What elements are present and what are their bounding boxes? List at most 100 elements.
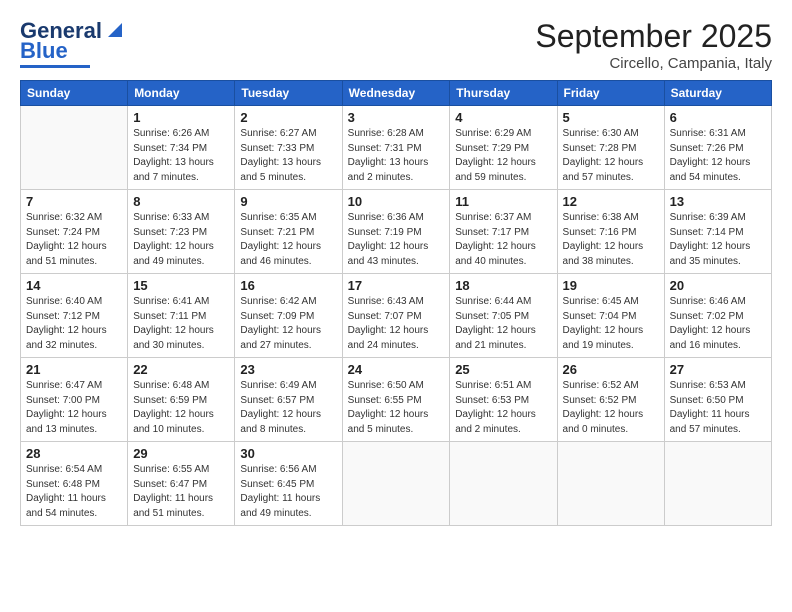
table-row [342, 442, 450, 526]
day-number: 3 [348, 110, 445, 125]
table-row [450, 442, 557, 526]
day-detail: Sunrise: 6:29 AMSunset: 7:29 PMDaylight:… [455, 127, 551, 185]
day-number: 29 [133, 446, 229, 461]
day-number: 2 [240, 110, 336, 125]
calendar-header-row: Sunday Monday Tuesday Wednesday Thursday… [21, 81, 772, 106]
day-detail: Sunrise: 6:28 AMSunset: 7:31 PMDaylight:… [348, 127, 445, 185]
col-saturday: Saturday [664, 81, 771, 106]
day-detail: Sunrise: 6:35 AMSunset: 7:21 PMDaylight:… [240, 211, 336, 269]
day-detail: Sunrise: 6:56 AMSunset: 6:45 PMDaylight:… [240, 463, 336, 521]
day-detail: Sunrise: 6:41 AMSunset: 7:11 PMDaylight:… [133, 295, 229, 353]
day-number: 24 [348, 362, 445, 377]
day-number: 9 [240, 194, 336, 209]
day-detail: Sunrise: 6:47 AMSunset: 7:00 PMDaylight:… [26, 379, 122, 437]
table-row: 9 Sunrise: 6:35 AMSunset: 7:21 PMDaylight… [235, 190, 342, 274]
col-friday: Friday [557, 81, 664, 106]
table-row: 26 Sunrise: 6:52 AMSunset: 6:52 PMDayligh… [557, 358, 664, 442]
day-number: 18 [455, 278, 551, 293]
table-row: 14 Sunrise: 6:40 AMSunset: 7:12 PMDayligh… [21, 274, 128, 358]
day-number: 26 [563, 362, 659, 377]
day-number: 30 [240, 446, 336, 461]
day-detail: Sunrise: 6:33 AMSunset: 7:23 PMDaylight:… [133, 211, 229, 269]
calendar-week-row: 1 Sunrise: 6:26 AMSunset: 7:34 PMDaylight… [21, 106, 772, 190]
table-row: 20 Sunrise: 6:46 AMSunset: 7:02 PMDayligh… [664, 274, 771, 358]
day-number: 5 [563, 110, 659, 125]
header: General Blue September 2025 Circello, Ca… [20, 18, 772, 72]
table-row: 13 Sunrise: 6:39 AMSunset: 7:14 PMDayligh… [664, 190, 771, 274]
day-detail: Sunrise: 6:54 AMSunset: 6:48 PMDaylight:… [26, 463, 122, 521]
day-detail: Sunrise: 6:42 AMSunset: 7:09 PMDaylight:… [240, 295, 336, 353]
day-detail: Sunrise: 6:55 AMSunset: 6:47 PMDaylight:… [133, 463, 229, 521]
day-number: 6 [670, 110, 766, 125]
day-number: 12 [563, 194, 659, 209]
table-row: 3 Sunrise: 6:28 AMSunset: 7:31 PMDaylight… [342, 106, 450, 190]
table-row: 24 Sunrise: 6:50 AMSunset: 6:55 PMDayligh… [342, 358, 450, 442]
day-number: 22 [133, 362, 229, 377]
day-number: 13 [670, 194, 766, 209]
day-detail: Sunrise: 6:49 AMSunset: 6:57 PMDaylight:… [240, 379, 336, 437]
table-row: 16 Sunrise: 6:42 AMSunset: 7:09 PMDayligh… [235, 274, 342, 358]
table-row: 4 Sunrise: 6:29 AMSunset: 7:29 PMDaylight… [450, 106, 557, 190]
day-number: 23 [240, 362, 336, 377]
day-detail: Sunrise: 6:26 AMSunset: 7:34 PMDaylight:… [133, 127, 229, 185]
day-number: 4 [455, 110, 551, 125]
day-detail: Sunrise: 6:52 AMSunset: 6:52 PMDaylight:… [563, 379, 659, 437]
table-row: 18 Sunrise: 6:44 AMSunset: 7:05 PMDayligh… [450, 274, 557, 358]
day-detail: Sunrise: 6:40 AMSunset: 7:12 PMDaylight:… [26, 295, 122, 353]
table-row: 30 Sunrise: 6:56 AMSunset: 6:45 PMDayligh… [235, 442, 342, 526]
table-row: 28 Sunrise: 6:54 AMSunset: 6:48 PMDayligh… [21, 442, 128, 526]
day-number: 1 [133, 110, 229, 125]
day-detail: Sunrise: 6:48 AMSunset: 6:59 PMDaylight:… [133, 379, 229, 437]
table-row: 29 Sunrise: 6:55 AMSunset: 6:47 PMDayligh… [128, 442, 235, 526]
table-row: 22 Sunrise: 6:48 AMSunset: 6:59 PMDayligh… [128, 358, 235, 442]
table-row: 1 Sunrise: 6:26 AMSunset: 7:34 PMDaylight… [128, 106, 235, 190]
table-row: 27Sunrise: 6:53 AMSunset: 6:50 PMDayligh… [664, 358, 771, 442]
day-number: 28 [26, 446, 122, 461]
table-row: 5 Sunrise: 6:30 AMSunset: 7:28 PMDaylight… [557, 106, 664, 190]
table-row: 2 Sunrise: 6:27 AMSunset: 7:33 PMDaylight… [235, 106, 342, 190]
logo: General Blue [20, 18, 126, 68]
table-row: 21 Sunrise: 6:47 AMSunset: 7:00 PMDayligh… [21, 358, 128, 442]
day-number: 19 [563, 278, 659, 293]
col-thursday: Thursday [450, 81, 557, 106]
day-number: 20 [670, 278, 766, 293]
day-number: 7 [26, 194, 122, 209]
day-detail: Sunrise: 6:43 AMSunset: 7:07 PMDaylight:… [348, 295, 445, 353]
day-detail: Sunrise: 6:44 AMSunset: 7:05 PMDaylight:… [455, 295, 551, 353]
table-row: 23 Sunrise: 6:49 AMSunset: 6:57 PMDayligh… [235, 358, 342, 442]
location: Circello, Campania, Italy [535, 55, 772, 72]
month-title: September 2025 [535, 18, 772, 55]
day-detail: Sunrise: 6:38 AMSunset: 7:16 PMDaylight:… [563, 211, 659, 269]
day-number: 16 [240, 278, 336, 293]
table-row: 10Sunrise: 6:36 AMSunset: 7:19 PMDayligh… [342, 190, 450, 274]
logo-blue: Blue [20, 38, 68, 64]
table-row: 15 Sunrise: 6:41 AMSunset: 7:11 PMDayligh… [128, 274, 235, 358]
day-detail: Sunrise: 6:45 AMSunset: 7:04 PMDaylight:… [563, 295, 659, 353]
day-number: 17 [348, 278, 445, 293]
table-row: 25Sunrise: 6:51 AMSunset: 6:53 PMDayligh… [450, 358, 557, 442]
logo-underline [20, 65, 90, 68]
col-wednesday: Wednesday [342, 81, 450, 106]
day-detail: Sunrise: 6:53 AMSunset: 6:50 PMDaylight:… [670, 379, 766, 437]
title-section: September 2025 Circello, Campania, Italy [535, 18, 772, 72]
day-number: 10 [348, 194, 445, 209]
day-number: 11 [455, 194, 551, 209]
col-monday: Monday [128, 81, 235, 106]
table-row [21, 106, 128, 190]
day-detail: Sunrise: 6:32 AMSunset: 7:24 PMDaylight:… [26, 211, 122, 269]
day-number: 14 [26, 278, 122, 293]
day-number: 15 [133, 278, 229, 293]
table-row: 19 Sunrise: 6:45 AMSunset: 7:04 PMDayligh… [557, 274, 664, 358]
page: General Blue September 2025 Circello, Ca… [0, 0, 792, 612]
day-number: 21 [26, 362, 122, 377]
calendar-week-row: 21 Sunrise: 6:47 AMSunset: 7:00 PMDayligh… [21, 358, 772, 442]
day-detail: Sunrise: 6:46 AMSunset: 7:02 PMDaylight:… [670, 295, 766, 353]
calendar-week-row: 14 Sunrise: 6:40 AMSunset: 7:12 PMDayligh… [21, 274, 772, 358]
col-tuesday: Tuesday [235, 81, 342, 106]
day-detail: Sunrise: 6:50 AMSunset: 6:55 PMDaylight:… [348, 379, 445, 437]
day-detail: Sunrise: 6:27 AMSunset: 7:33 PMDaylight:… [240, 127, 336, 185]
day-detail: Sunrise: 6:51 AMSunset: 6:53 PMDaylight:… [455, 379, 551, 437]
day-detail: Sunrise: 6:39 AMSunset: 7:14 PMDaylight:… [670, 211, 766, 269]
day-detail: Sunrise: 6:30 AMSunset: 7:28 PMDaylight:… [563, 127, 659, 185]
calendar-table: Sunday Monday Tuesday Wednesday Thursday… [20, 80, 772, 526]
